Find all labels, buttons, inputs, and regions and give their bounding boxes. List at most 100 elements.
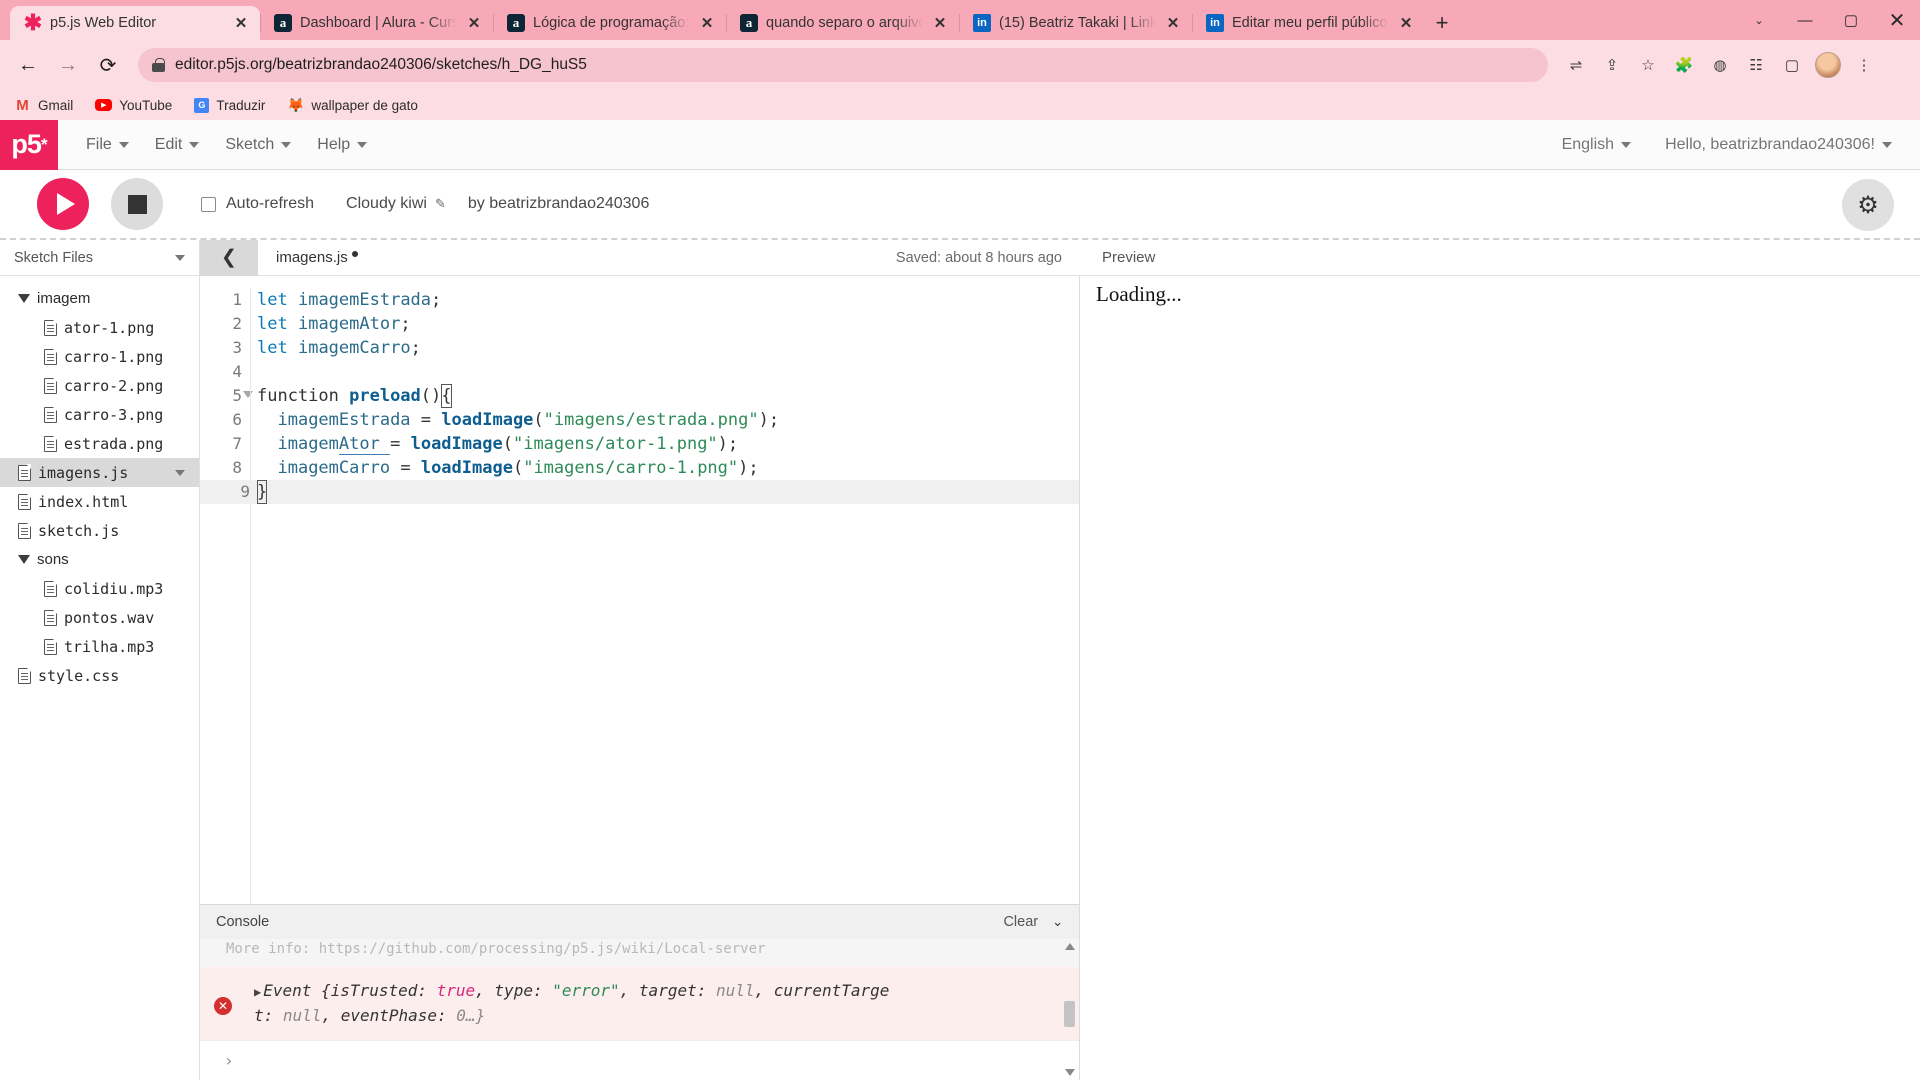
console-body[interactable]: More info: https://github.com/processing… <box>200 939 1079 1080</box>
close-icon[interactable]: ✕ <box>698 16 716 31</box>
settings-button[interactable]: ⚙ <box>1842 179 1894 231</box>
browser-toolbar: ← → ⟳ editor.p5js.org/beatrizbrandao2403… <box>0 40 1920 90</box>
sketch-name[interactable]: Cloudy kiwi ✎ <box>346 195 446 213</box>
file-tree-item[interactable]: sketch.js <box>0 516 199 545</box>
file-tree-item[interactable]: style.css <box>0 661 199 690</box>
browser-tab[interactable]: in (15) Beatriz Takaki | LinkedI ✕ <box>959 6 1192 40</box>
google-translate-icon: G <box>194 97 210 113</box>
tab-search-icon[interactable]: ⌄ <box>1736 0 1782 40</box>
menu-edit-label: Edit <box>154 135 183 153</box>
chevron-down-icon <box>357 141 368 148</box>
ghost-icon[interactable]: ◍ <box>1704 49 1736 81</box>
code-lines[interactable]: let imagemEstrada; let imagemAtor; let i… <box>250 288 1079 904</box>
close-icon[interactable]: ✕ <box>931 16 949 31</box>
stop-button[interactable] <box>111 178 163 230</box>
bookmark-wallpaper[interactable]: 🦊 wallpaper de gato <box>287 97 418 114</box>
browser-tab[interactable]: a Dashboard | Alura - Cursos ✕ <box>260 6 493 40</box>
chevron-down-icon[interactable]: ⌄ <box>1052 914 1063 930</box>
forward-button[interactable]: → <box>50 47 86 83</box>
file-tree-item[interactable]: ator-1.png <box>0 313 199 342</box>
close-icon[interactable]: ✕ <box>1164 16 1182 31</box>
chrome-menu-icon[interactable]: ⋮ <box>1848 49 1880 81</box>
preview-title: Preview <box>1102 249 1156 266</box>
code-line: imagemCarro = loadImage("imagens/carro-1… <box>277 458 759 478</box>
bookmark-youtube[interactable]: ▶ YouTube <box>95 98 172 113</box>
close-icon[interactable]: ✕ <box>465 16 483 31</box>
file-tree-item-imagens-js[interactable]: imagens.js <box>0 458 199 487</box>
file-tree-item[interactable]: pontos.wav <box>0 603 199 632</box>
file-tree-item[interactable]: estrada.png <box>0 429 199 458</box>
file-tree-item[interactable]: index.html <box>0 487 199 516</box>
file-tree-folder-sons[interactable]: sons <box>0 545 199 574</box>
file-icon <box>44 580 58 597</box>
browser-tab[interactable]: a Lógica de programação: laç ✕ <box>493 6 726 40</box>
browser-tab[interactable]: a quando separo o arquivo d ✕ <box>726 6 959 40</box>
lock-icon <box>152 57 165 73</box>
file-tree-item[interactable]: trilha.mp3 <box>0 632 199 661</box>
maximize-button[interactable]: ▢ <box>1828 0 1874 40</box>
play-button[interactable] <box>37 178 89 230</box>
reading-list-icon[interactable]: ☷ <box>1740 49 1772 81</box>
scrollbar-thumb[interactable] <box>1064 1001 1075 1027</box>
bookmark-traduzir[interactable]: G Traduzir <box>194 97 265 113</box>
close-icon[interactable]: ✕ <box>1397 16 1415 31</box>
auto-refresh-checkbox[interactable] <box>201 196 216 212</box>
chevron-down-icon <box>1621 141 1632 148</box>
file-tree-item[interactable]: carro-3.png <box>0 400 199 429</box>
new-tab-button[interactable]: + <box>1425 6 1459 40</box>
menu-file[interactable]: File <box>86 136 129 154</box>
scroll-up-icon[interactable] <box>1065 943 1075 950</box>
line-number: 2 <box>232 314 242 333</box>
browser-tab[interactable]: ✱ p5.js Web Editor ✕ <box>10 6 260 40</box>
file-tree-item[interactable]: carro-2.png <box>0 371 199 400</box>
menu-sketch[interactable]: Sketch <box>225 136 292 154</box>
scroll-down-icon[interactable] <box>1065 1069 1075 1076</box>
disclosure-triangle-icon[interactable]: ▶ <box>254 985 261 999</box>
console-error-message[interactable]: ✕ ▶ Event {isTrusted: true, type: "error"… <box>200 967 1079 1040</box>
editor-tab-imagens-js[interactable]: imagens.js <box>258 249 376 266</box>
menu-edit[interactable]: Edit <box>155 136 200 154</box>
close-window-button[interactable]: ✕ <box>1874 0 1920 40</box>
reload-button[interactable]: ⟳ <box>90 47 126 83</box>
extensions-puzzle-icon[interactable]: 🧩 <box>1668 49 1700 81</box>
address-bar[interactable]: editor.p5js.org/beatrizbrandao240306/ske… <box>138 48 1548 82</box>
minimize-button[interactable]: — <box>1782 0 1828 40</box>
file-icon <box>44 435 58 452</box>
file-name: ator-1.png <box>64 318 155 337</box>
p5-nav-bar: p5 * File Edit Sketch Help English Hello… <box>0 119 1920 170</box>
menu-file-label: File <box>86 135 112 153</box>
translate-icon[interactable]: ⇌ <box>1560 49 1592 81</box>
console-input[interactable]: › <box>200 1040 1079 1080</box>
share-icon[interactable]: ⇪ <box>1596 49 1628 81</box>
chevron-down-icon[interactable] <box>175 469 185 476</box>
auto-refresh-toggle[interactable]: Auto-refresh <box>201 195 314 213</box>
code-editor[interactable]: 1 2 3 4 5 6 7 8 9 let imagemEstrada; let… <box>200 276 1079 904</box>
profile-avatar-icon[interactable] <box>1812 49 1844 81</box>
file-tree-item[interactable]: colidiu.mp3 <box>0 574 199 603</box>
menu-help[interactable]: Help <box>317 136 368 154</box>
language-selector[interactable]: English <box>1562 136 1632 154</box>
chevron-down-icon[interactable] <box>175 254 185 261</box>
file-tree-item[interactable]: carro-1.png <box>0 342 199 371</box>
console-error-text: ▶ Event {isTrusted: true, type: "error", … <box>254 981 890 1025</box>
pencil-icon[interactable]: ✎ <box>435 196 446 212</box>
account-menu[interactable]: Hello, beatrizbrandao240306! <box>1665 136 1892 154</box>
chevron-down-icon <box>1882 141 1892 148</box>
close-icon[interactable]: ✕ <box>232 16 250 31</box>
file-tree-folder-imagem[interactable]: imagem <box>0 284 199 313</box>
bookmark-star-icon[interactable]: ☆ <box>1632 49 1664 81</box>
bookmark-gmail[interactable]: M Gmail <box>14 97 73 114</box>
collapse-sidebar-button[interactable]: ❮ <box>200 239 258 276</box>
console-scrollbar[interactable] <box>1064 939 1075 1080</box>
firefox-icon: 🦊 <box>287 96 305 113</box>
back-button[interactable]: ← <box>10 47 46 83</box>
p5-logo[interactable]: p5 * <box>0 119 58 170</box>
sidebar-header[interactable]: Sketch Files <box>0 240 199 276</box>
browser-tab[interactable]: in Editar meu perfil público | L ✕ <box>1192 6 1425 40</box>
tab-title: quando separo o arquivo d <box>766 15 923 31</box>
side-panel-icon[interactable]: ▢ <box>1776 49 1808 81</box>
clear-console-button[interactable]: Clear <box>1003 914 1038 930</box>
preview-content: Loading... <box>1080 276 1920 1080</box>
browser-window: ✱ p5.js Web Editor ✕ a Dashboard | Alura… <box>0 0 1920 1080</box>
